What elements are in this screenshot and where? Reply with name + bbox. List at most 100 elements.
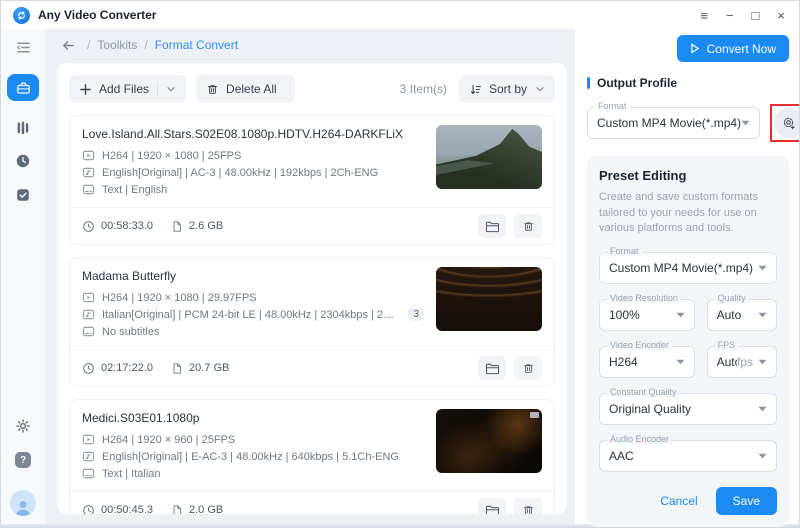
edit-preset-button[interactable] — [774, 108, 800, 138]
breadcrumb-separator: / — [87, 38, 90, 52]
select-arrow-icon — [741, 120, 750, 126]
video-info-row: H264 | 1920 × 960 | 25FPS — [82, 433, 424, 446]
video-item[interactable]: Medici.S03E01.1080p H264 | 1920 × 960 | … — [69, 399, 555, 514]
highlight-red-box — [770, 104, 800, 142]
duration: 02:17:22.0 — [82, 362, 153, 375]
open-folder-button[interactable] — [478, 356, 506, 380]
close-icon[interactable]: × — [777, 9, 785, 22]
video-thumbnail[interactable] — [436, 409, 542, 473]
maximize-icon[interactable]: □ — [752, 9, 760, 22]
delete-item-button[interactable] — [514, 214, 542, 238]
help-icon[interactable]: ? — [15, 452, 31, 468]
item-footer: 00:50:45.3 2.0 GB — [70, 491, 554, 514]
trash-icon — [522, 220, 535, 233]
select-arrow-icon — [758, 359, 767, 365]
chevron-down-icon[interactable] — [166, 84, 176, 94]
folder-icon — [485, 504, 500, 515]
sidebar-item-history[interactable] — [15, 153, 31, 169]
breadcrumb-separator: / — [144, 38, 147, 52]
breadcrumb-toolkits[interactable]: Toolkits — [97, 38, 137, 52]
audio-info-row: English[Original] | AC-3 | 48.00kHz | 19… — [82, 166, 424, 179]
file-icon — [171, 504, 183, 515]
folder-icon — [485, 220, 500, 233]
subtitle-info-row: Text | Italian — [82, 467, 424, 480]
folder-icon — [485, 362, 500, 375]
video-item[interactable]: Madama Butterfly H264 | 1920 × 1080 | 29… — [69, 257, 555, 387]
audio-icon — [82, 166, 95, 179]
section-accent-bar — [587, 77, 590, 89]
minimize-icon[interactable]: − — [726, 9, 734, 22]
file-list-panel: Add Files Delete All 3 Item(s) — [57, 63, 567, 514]
select-arrow-icon — [758, 265, 767, 271]
fps-select[interactable]: FPS Auto fps — [707, 346, 777, 378]
delete-item-button[interactable] — [514, 356, 542, 380]
delete-all-button[interactable]: Delete All — [196, 75, 295, 103]
open-folder-button[interactable] — [478, 214, 506, 238]
video-info-row: H264 | 1920 × 1080 | 29.97FPS — [82, 291, 424, 304]
divider — [157, 82, 158, 96]
item-footer: 00:58:33.0 2.6 GB — [70, 207, 554, 244]
video-thumbnail[interactable] — [436, 125, 542, 189]
subtitle-icon — [82, 467, 95, 480]
trash-icon — [206, 83, 219, 96]
select-arrow-icon — [676, 359, 685, 365]
app-window: Any Video Converter ≡ − □ × — [0, 0, 800, 528]
select-arrow-icon — [758, 312, 767, 318]
fps-unit: fps — [737, 355, 753, 369]
video-item[interactable]: Love.Island.All.Stars.S02E08.1080p.HDTV.… — [69, 115, 555, 245]
video-thumbnail[interactable] — [436, 267, 542, 331]
video-info-row: H264 | 1920 × 1080 | 25FPS — [82, 149, 424, 162]
subtitle-icon — [82, 325, 95, 338]
collapse-sidebar-icon[interactable] — [15, 39, 32, 56]
sidebar-item-toolbox[interactable] — [7, 74, 39, 101]
sort-icon — [469, 83, 482, 96]
audio-icon — [82, 308, 95, 321]
play-icon — [690, 43, 700, 54]
trash-icon — [522, 504, 535, 515]
audio-track-count-badge[interactable]: 3 — [408, 308, 424, 321]
sidebar-item-tasks[interactable] — [15, 187, 31, 203]
video-title: Love.Island.All.Stars.S02E08.1080p.HDTV.… — [82, 127, 424, 141]
back-arrow-icon[interactable] — [61, 38, 76, 53]
sidebar-item-media-library[interactable] — [15, 119, 31, 135]
breadcrumb-format-convert[interactable]: Format Convert — [155, 38, 238, 52]
file-icon — [171, 220, 183, 233]
cancel-button[interactable]: Cancel — [660, 494, 697, 508]
clock-icon — [82, 504, 95, 515]
save-button[interactable]: Save — [716, 487, 777, 515]
main-area: / Toolkits / Format Convert Add Files — [45, 29, 575, 524]
add-files-button[interactable]: Add Files — [69, 75, 186, 103]
preset-editing-card: Preset Editing Create and save custom fo… — [587, 156, 789, 527]
subtitle-info-row: No subtitles — [82, 325, 424, 338]
titlebar: Any Video Converter ≡ − □ × — [1, 1, 799, 29]
preset-editing-title: Preset Editing — [599, 168, 777, 183]
delete-item-button[interactable] — [514, 498, 542, 514]
gear-plus-icon — [781, 115, 797, 131]
video-resolution-select[interactable]: Video Resolution 100% — [599, 299, 695, 331]
convert-now-button[interactable]: Convert Now — [677, 35, 789, 62]
select-arrow-icon — [758, 453, 767, 459]
output-format-select[interactable]: Format Custom MP4 Movie(*.mp4) — [587, 107, 760, 139]
preset-editing-description: Create and save custom formats tailored … — [599, 190, 777, 237]
file-size: 2.0 GB — [171, 504, 223, 515]
duration: 00:50:45.3 — [82, 504, 153, 515]
quality-select[interactable]: Quality Auto — [707, 299, 777, 331]
app-logo-icon — [13, 7, 30, 24]
open-folder-button[interactable] — [478, 498, 506, 514]
select-arrow-icon — [758, 406, 767, 412]
duration: 00:58:33.0 — [82, 220, 153, 233]
output-profile-header: Output Profile — [587, 76, 789, 90]
sort-by-button[interactable]: Sort by — [459, 75, 555, 103]
menu-icon[interactable]: ≡ — [700, 9, 708, 22]
output-profile-panel: Convert Now Output Profile Format Custom… — [575, 29, 799, 524]
audio-info-row: English[Original] | E-AC-3 | 48.00kHz | … — [82, 450, 424, 463]
user-avatar[interactable] — [10, 490, 36, 516]
video-encoder-select[interactable]: Video Encoder H264 — [599, 346, 695, 378]
select-arrow-icon — [676, 312, 685, 318]
audio-encoder-select[interactable]: Audio Encoder AAC — [599, 440, 777, 472]
preset-format-select[interactable]: Format Custom MP4 Movie(*.mp4) — [599, 252, 777, 284]
settings-gear-icon[interactable] — [15, 418, 31, 434]
video-icon — [82, 291, 95, 304]
video-title: Madama Butterfly — [82, 269, 424, 283]
constant-quality-select[interactable]: Constant Quality Original Quality — [599, 393, 777, 425]
